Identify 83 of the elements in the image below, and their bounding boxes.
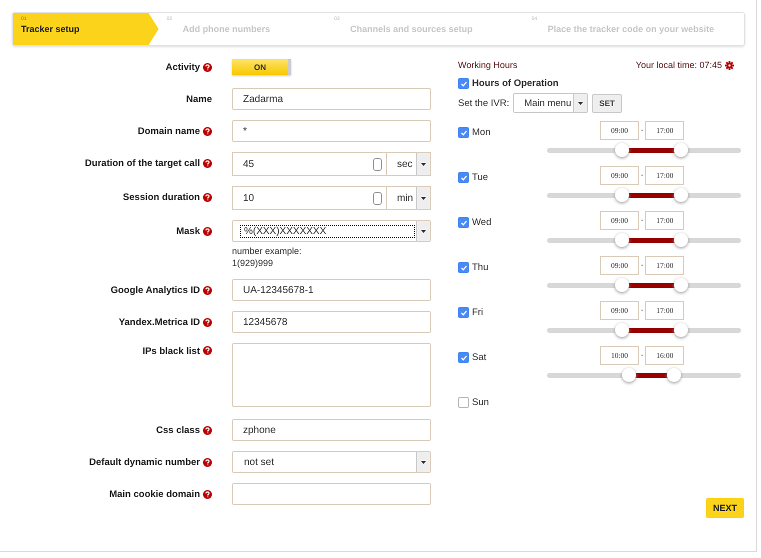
set-button[interactable]: SET <box>592 94 622 112</box>
slider-thumb[interactable] <box>614 233 628 247</box>
text-field[interactable]: 12345678 <box>232 311 431 333</box>
slider-thumb[interactable] <box>622 368 636 382</box>
slider-thumb[interactable] <box>614 278 628 292</box>
help-icon[interactable] <box>203 286 212 294</box>
help-icon[interactable] <box>203 318 212 326</box>
checkbox[interactable] <box>458 397 469 408</box>
slider-thumb[interactable] <box>667 368 682 382</box>
help-icon[interactable] <box>203 346 212 355</box>
slider-thumb[interactable] <box>674 188 688 202</box>
gear-icon[interactable] <box>725 60 734 70</box>
help-icon[interactable] <box>203 126 212 136</box>
field-label: Duration of the target call <box>84 158 200 168</box>
caret-icon <box>421 460 426 464</box>
field-label: IPs black list <box>142 346 200 357</box>
local-time: Your local time: 07:45 <box>636 60 722 70</box>
range-slider[interactable] <box>547 323 741 338</box>
text-field[interactable]: Zadarma <box>232 88 431 110</box>
help-icon[interactable] <box>203 458 212 466</box>
help-icon[interactable] <box>203 226 212 236</box>
help-icon[interactable] <box>203 158 212 168</box>
range-slider[interactable] <box>547 233 741 248</box>
text-field[interactable]: * <box>232 120 431 142</box>
ivr-label: Set the IVR: <box>458 98 510 108</box>
caret-icon <box>421 162 426 166</box>
day-label: Sat <box>472 352 486 363</box>
day-label: Thu <box>472 262 488 273</box>
range-slider[interactable] <box>547 278 741 293</box>
checkbox[interactable] <box>458 262 469 273</box>
activity-toggle[interactable]: ON <box>232 59 291 75</box>
day-label: Mon <box>472 127 490 138</box>
help-icon[interactable] <box>203 192 212 202</box>
text-field[interactable]: zphone <box>232 419 431 441</box>
section-title: Working Hours <box>458 60 518 70</box>
dropdown[interactable]: not set <box>232 451 431 473</box>
slider-thumb[interactable] <box>674 143 688 157</box>
slider-thumb[interactable] <box>674 278 688 292</box>
day-label: Wed <box>472 217 492 228</box>
checkbox[interactable] <box>458 352 469 363</box>
range-slider[interactable] <box>547 368 741 383</box>
checkbox[interactable] <box>458 307 469 318</box>
slider-thumb[interactable] <box>614 323 628 337</box>
field-label: Domain name <box>138 126 200 136</box>
checkbox[interactable] <box>458 127 469 138</box>
next-button[interactable]: NEXT <box>706 498 744 518</box>
field-label: Activity <box>166 62 200 72</box>
text-field[interactable]: UA-12345678-1 <box>232 279 431 301</box>
field-label: Css class <box>156 424 200 436</box>
day-label: Fri <box>472 307 484 318</box>
checkbox[interactable] <box>458 172 469 183</box>
slider-thumb[interactable] <box>614 188 628 202</box>
dropdown[interactable]: %(XXX)XXXXXXX <box>232 220 431 242</box>
slider-thumb[interactable] <box>614 143 628 157</box>
number-example-note: number example: 1(929)999 <box>232 245 303 269</box>
checkbox[interactable] <box>458 217 469 228</box>
help-icon[interactable] <box>203 426 212 434</box>
caret-icon <box>421 230 426 232</box>
field-label: Name <box>186 94 212 104</box>
ivr-dropdown[interactable]: Main menu <box>513 93 588 113</box>
unit-dropdown[interactable]: min <box>387 186 431 210</box>
field-label: Google Analytics ID <box>110 284 200 296</box>
slider-thumb[interactable] <box>674 233 688 247</box>
checkbox-label: Hours of Operation <box>472 78 559 89</box>
field-label: Mask <box>176 226 200 236</box>
range-slider[interactable] <box>547 143 741 158</box>
slider-thumb[interactable] <box>674 323 688 337</box>
number-field[interactable]: 45 <box>232 152 387 176</box>
field-label: Yandex.Metrica ID <box>118 316 200 328</box>
caret-icon <box>578 102 584 104</box>
help-icon[interactable] <box>203 490 212 498</box>
unit-dropdown[interactable]: sec <box>387 152 431 176</box>
field-label: Main cookie domain <box>109 488 200 500</box>
caret-icon <box>421 196 426 200</box>
help-icon[interactable] <box>203 62 212 72</box>
text-field[interactable] <box>232 483 431 505</box>
number-field[interactable]: 10 <box>232 186 387 210</box>
day-label: Tue <box>472 172 488 183</box>
field-label: Default dynamic number <box>89 456 200 468</box>
checkbox[interactable] <box>458 78 469 89</box>
day-label: Sun <box>472 397 489 408</box>
field-label: Session duration <box>122 192 200 202</box>
range-slider[interactable] <box>547 188 741 203</box>
